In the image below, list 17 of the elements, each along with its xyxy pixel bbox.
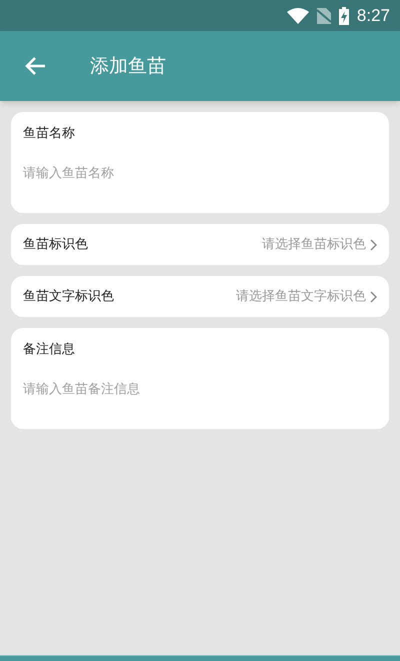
- select-placeholder: 请选择鱼苗文字标识色: [236, 288, 366, 306]
- page-title: 添加鱼苗: [90, 54, 166, 79]
- field-label: 鱼苗名称: [23, 125, 76, 143]
- select-placeholder: 请选择鱼苗标识色: [262, 236, 366, 254]
- input-field[interactable]: 请输入鱼苗备注信息: [23, 380, 377, 399]
- field-label: 备注信息: [23, 341, 76, 359]
- status-time: 8:27: [356, 4, 390, 27]
- chevron-right-icon: [370, 290, 377, 302]
- input-field[interactable]: 请输入鱼苗名称: [23, 164, 377, 183]
- field-label: 鱼苗文字标识色: [23, 288, 114, 306]
- field-label: 鱼苗标识色: [23, 236, 88, 254]
- wifi-icon: [286, 8, 309, 24]
- battery-charging-icon: [338, 6, 349, 24]
- select-row[interactable]: 鱼苗标识色 请选择鱼苗标识色: [11, 224, 389, 265]
- chevron-right-icon: [370, 238, 377, 250]
- no-sim-icon: [316, 8, 331, 24]
- select-row[interactable]: 鱼苗文字标识色 请选择鱼苗文字标识色: [11, 276, 389, 317]
